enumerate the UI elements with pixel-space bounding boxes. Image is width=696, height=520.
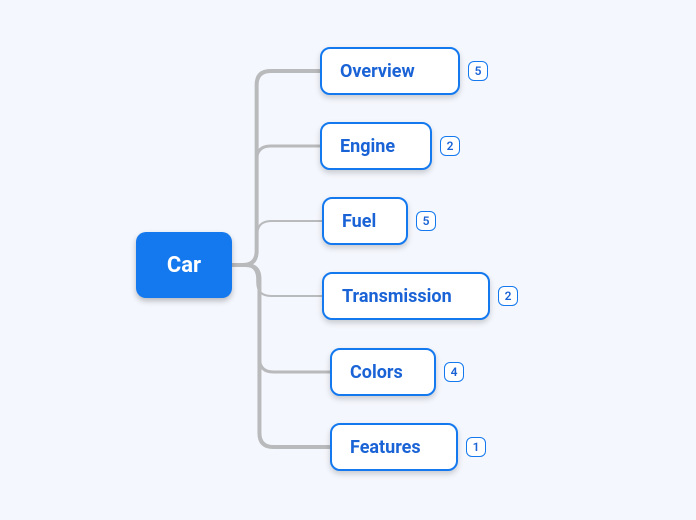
child-node-features[interactable]: Features [330, 423, 458, 471]
child-node-transmission[interactable]: Transmission [322, 272, 490, 320]
count-badge-engine[interactable]: 2 [440, 136, 460, 156]
child-node-label: Colors [350, 362, 403, 383]
count-badge-value: 5 [475, 64, 482, 78]
child-node-label: Overview [340, 61, 415, 82]
child-node-colors[interactable]: Colors [330, 348, 436, 396]
child-node-label: Fuel [342, 211, 376, 232]
count-badge-fuel[interactable]: 5 [416, 211, 436, 231]
count-badge-value: 1 [473, 440, 480, 454]
child-node-overview[interactable]: Overview [320, 47, 460, 95]
root-node-car[interactable]: Car [136, 232, 232, 298]
count-badge-overview[interactable]: 5 [468, 61, 488, 81]
count-badge-features[interactable]: 1 [466, 437, 486, 457]
child-node-label: Engine [340, 136, 395, 157]
count-badge-transmission[interactable]: 2 [498, 286, 518, 306]
child-node-fuel[interactable]: Fuel [322, 197, 408, 245]
count-badge-value: 2 [505, 289, 512, 303]
root-node-label: Car [167, 253, 201, 278]
count-badge-value: 5 [423, 214, 430, 228]
count-badge-value: 4 [451, 365, 458, 379]
child-node-label: Transmission [342, 286, 452, 307]
child-node-engine[interactable]: Engine [320, 122, 432, 170]
count-badge-colors[interactable]: 4 [444, 362, 464, 382]
count-badge-value: 2 [447, 139, 454, 153]
mindmap-canvas: Car Overview 5 Engine 2 Fuel 5 Transmiss… [0, 0, 696, 520]
child-node-label: Features [350, 437, 421, 458]
